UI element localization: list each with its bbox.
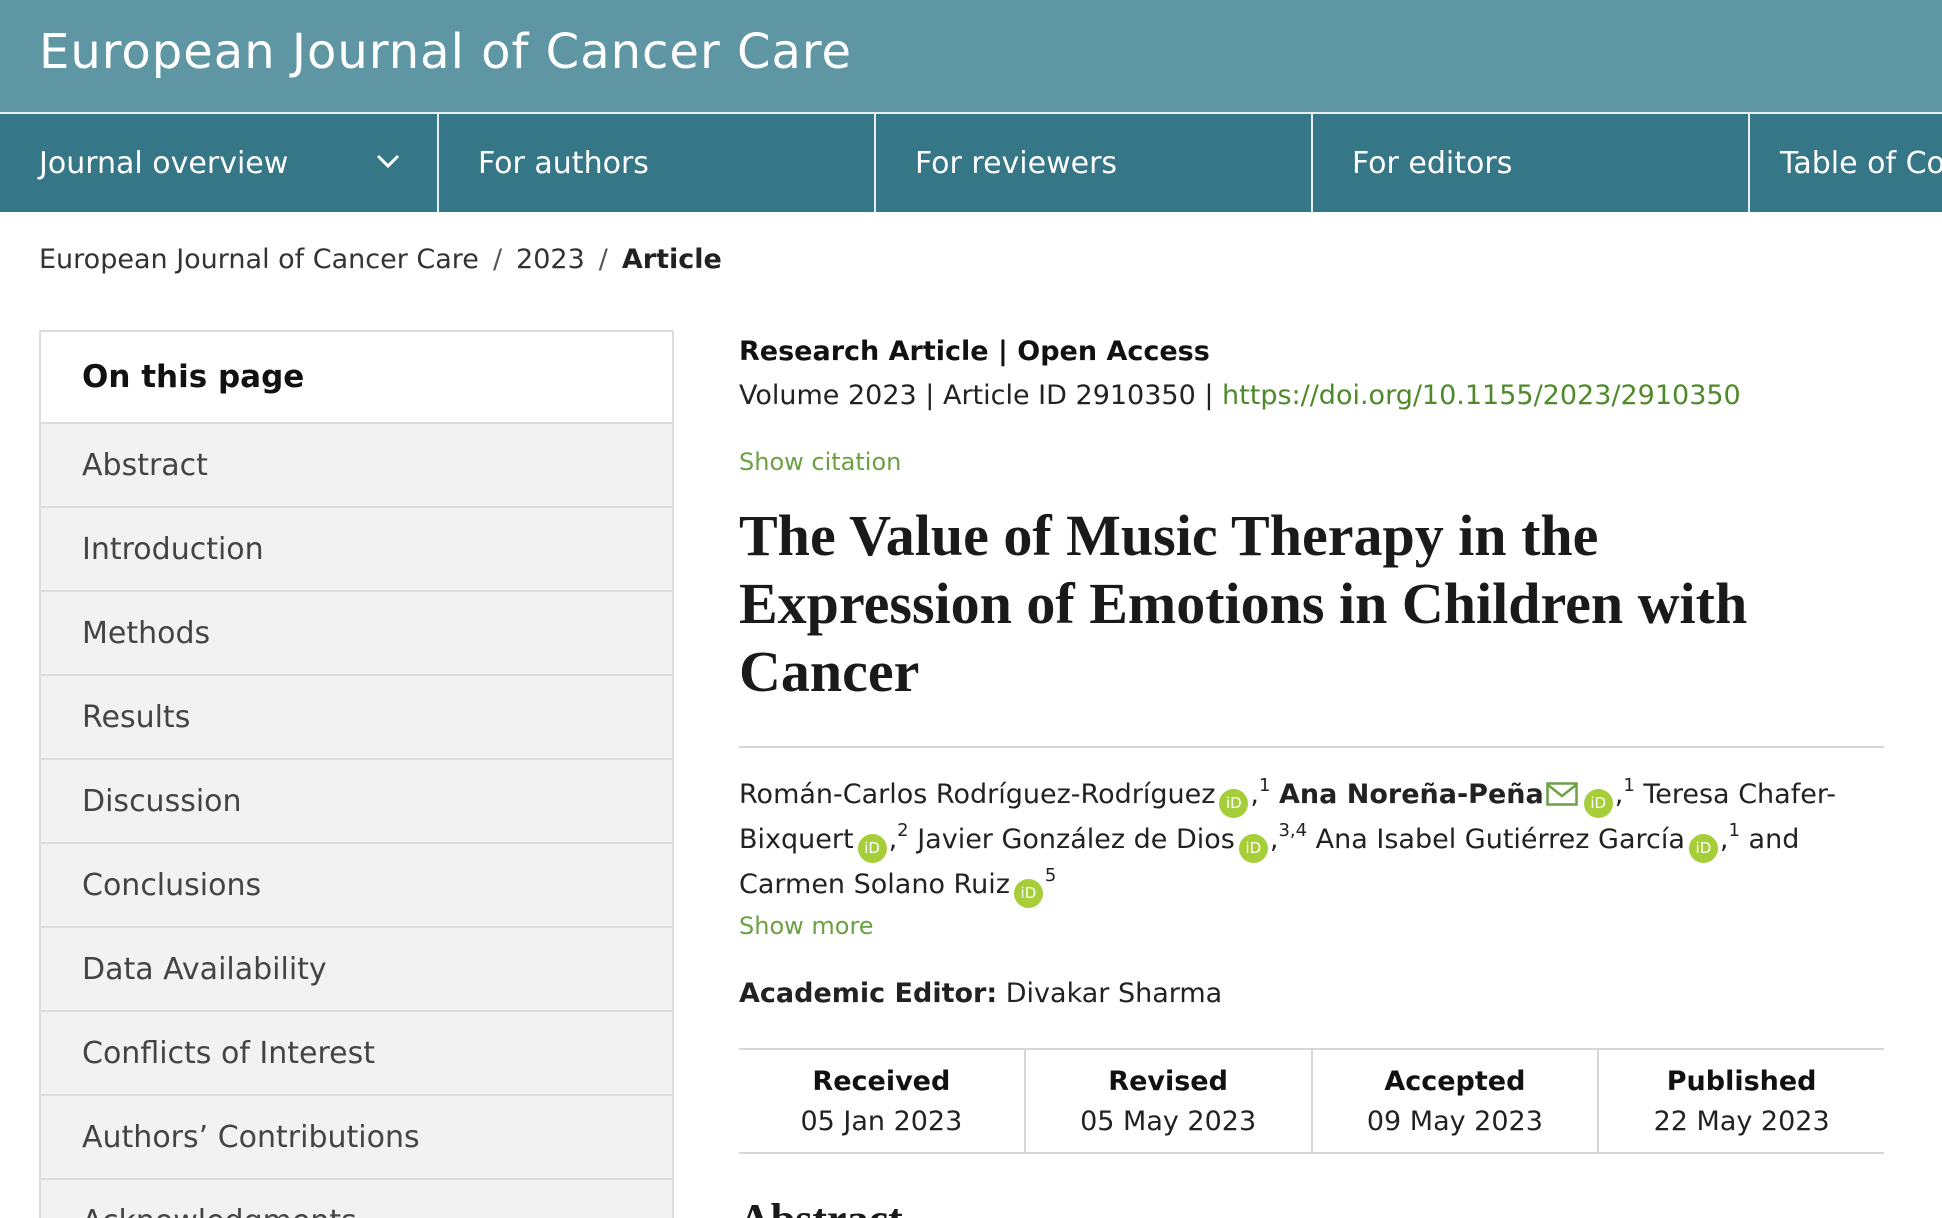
nav-table-of-contents[interactable]: Table of Co: [1750, 114, 1942, 212]
nav-journal-overview[interactable]: Journal overview: [0, 114, 439, 212]
toc-item-introduction[interactable]: Introduction: [41, 508, 672, 592]
nav-item-label: For editors: [1352, 145, 1513, 181]
authors-conjunction: and: [1748, 824, 1800, 855]
author-affiliation: 1: [1623, 775, 1635, 796]
orcid-icon[interactable]: iD: [1583, 789, 1613, 818]
date-value: 05 Jan 2023: [800, 1106, 963, 1137]
toc-item-methods[interactable]: Methods: [41, 592, 672, 676]
academic-editor-name: Divakar Sharma: [1005, 978, 1223, 1009]
divider: [739, 746, 1884, 748]
breadcrumb-current: Article: [621, 244, 722, 275]
toc-item-abstract[interactable]: Abstract: [41, 424, 672, 508]
author-affiliation: 3,4: [1278, 820, 1308, 841]
orcid-icon[interactable]: iD: [857, 834, 887, 863]
nav-item-label: Journal overview: [39, 145, 289, 181]
author-list: Román-Carlos Rodríguez-Rodríguez iD ,1 Ana…: [739, 773, 1884, 908]
breadcrumb-separator: /: [598, 244, 608, 275]
orcid-icon[interactable]: iD: [1238, 834, 1268, 863]
orcid-icon[interactable]: iD: [1013, 879, 1043, 908]
nav-item-label: For authors: [478, 145, 649, 181]
top-navigation: Journal overview For authors For reviewe…: [0, 112, 1942, 212]
author-affiliation: 2: [897, 820, 909, 841]
breadcrumb-year[interactable]: 2023: [516, 244, 585, 275]
author-name-corresponding[interactable]: Ana Noreña-Peña: [1279, 779, 1544, 810]
show-more-link[interactable]: Show more: [739, 912, 874, 940]
nav-for-editors[interactable]: For editors: [1313, 114, 1750, 212]
date-label: Published: [1666, 1066, 1817, 1097]
toc-item-conclusions[interactable]: Conclusions: [41, 844, 672, 928]
journal-title[interactable]: European Journal of Cancer Care: [39, 24, 852, 80]
date-value: 22 May 2023: [1653, 1106, 1830, 1137]
date-value: 05 May 2023: [1080, 1106, 1257, 1137]
breadcrumb: European Journal of Cancer Care / 2023 /…: [39, 244, 722, 275]
date-published: Published 22 May 2023: [1599, 1050, 1884, 1152]
author-affiliation: 1: [1258, 775, 1271, 796]
breadcrumb-separator: /: [492, 244, 503, 275]
show-citation-link[interactable]: Show citation: [739, 448, 901, 476]
nav-for-authors[interactable]: For authors: [439, 114, 876, 212]
volume-text: Volume 2023 | Article ID 2910350 |: [739, 380, 1223, 411]
toc-item-results[interactable]: Results: [41, 676, 672, 760]
nav-item-label: For reviewers: [915, 145, 1118, 181]
author-name[interactable]: Ana Isabel Gutiérrez García: [1316, 824, 1685, 855]
nav-for-reviewers[interactable]: For reviewers: [876, 114, 1313, 212]
orcid-icon[interactable]: iD: [1688, 834, 1718, 863]
toc-item-acknowledgments[interactable]: Acknowledgments: [41, 1180, 672, 1218]
toc-item-conflicts-of-interest[interactable]: Conflicts of Interest: [41, 1012, 672, 1096]
toc-item-data-availability[interactable]: Data Availability: [41, 928, 672, 1012]
article-title: The Value of Music Therapy in the Expres…: [739, 503, 1748, 704]
date-received: Received 05 Jan 2023: [739, 1050, 1026, 1152]
date-value: 09 May 2023: [1366, 1106, 1543, 1137]
date-label: Received: [812, 1066, 951, 1097]
date-label: Revised: [1108, 1066, 1228, 1097]
author-affiliation: 1: [1728, 820, 1740, 841]
toc-item-authors-contributions[interactable]: Authors’ Contributions: [41, 1096, 672, 1180]
author-affiliation: 5: [1044, 865, 1057, 886]
author-name[interactable]: Carmen Solano Ruiz: [739, 869, 1010, 900]
date-revised: Revised 05 May 2023: [1026, 1050, 1313, 1152]
journal-header: European Journal of Cancer Care: [0, 0, 1942, 112]
nav-item-label: Table of Co: [1780, 145, 1942, 181]
date-accepted: Accepted 09 May 2023: [1313, 1050, 1600, 1152]
article-type-label: Research Article | Open Access: [739, 336, 1210, 367]
author-name[interactable]: Javier González de Dios: [917, 824, 1235, 855]
toc-heading: On this page: [41, 332, 672, 424]
chevron-down-icon[interactable]: [373, 146, 403, 176]
abstract-heading: Abstract: [739, 1194, 903, 1218]
mail-icon[interactable]: [1545, 782, 1578, 806]
article-main: Research Article | Open Access Volume 20…: [739, 330, 1884, 1218]
on-this-page-panel: On this page Abstract Introduction Metho…: [39, 330, 674, 1218]
toc-item-discussion[interactable]: Discussion: [41, 760, 672, 844]
article-meta: Volume 2023 | Article ID 2910350 | https…: [739, 374, 1884, 418]
date-label: Accepted: [1384, 1066, 1526, 1097]
article-dates: Received 05 Jan 2023 Revised 05 May 2023…: [739, 1048, 1884, 1154]
academic-editor-label: Academic Editor:: [739, 978, 998, 1009]
doi-link[interactable]: https://doi.org/10.1155/2023/2910350: [1222, 380, 1741, 411]
orcid-icon[interactable]: iD: [1219, 789, 1249, 818]
author-name[interactable]: Román-Carlos Rodríguez-Rodríguez: [739, 779, 1215, 810]
academic-editor: Academic Editor: Divakar Sharma: [739, 978, 1222, 1009]
breadcrumb-journal[interactable]: European Journal of Cancer Care: [39, 244, 479, 275]
